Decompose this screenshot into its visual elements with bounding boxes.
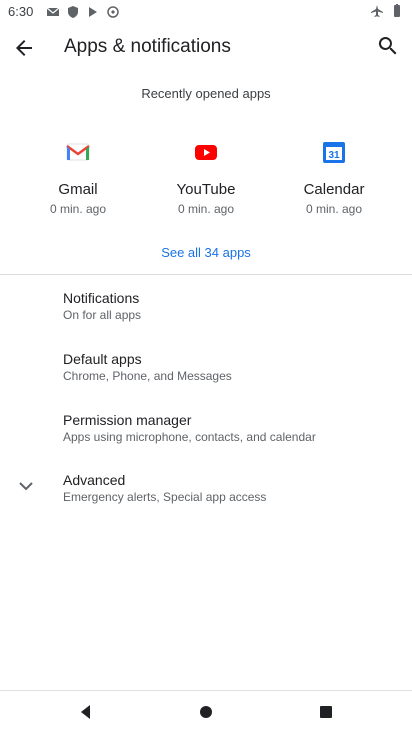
app-time: 0 min. ago <box>49 202 107 216</box>
item-label: Advanced <box>63 472 126 488</box>
notifications-item[interactable]: Notifications On for all apps <box>0 290 412 346</box>
app-time: 0 min. ago <box>177 202 235 216</box>
app-time: 0 min. ago <box>305 202 363 216</box>
item-summary: Chrome, Phone, and Messages <box>63 369 232 383</box>
back-arrow-icon[interactable] <box>12 36 36 60</box>
play-store-icon <box>89 7 97 17</box>
shield-icon <box>68 6 78 18</box>
item-summary: On for all apps <box>63 308 142 322</box>
status-system-icons <box>370 4 404 18</box>
gmail-notification-icon <box>46 7 60 16</box>
status-bar: 6:30 <box>0 0 412 24</box>
default-apps-item[interactable]: Default apps Chrome, Phone, and Messages <box>0 351 412 407</box>
item-summary: Apps using microphone, contacts, and cal… <box>63 430 316 444</box>
item-label: Notifications <box>63 290 140 306</box>
permission-manager-item[interactable]: Permission manager Apps using microphone… <box>0 412 412 468</box>
app-toolbar: Apps & notifications <box>0 24 412 72</box>
calendar-day: 31 <box>328 150 340 161</box>
system-nav-bar <box>0 690 412 733</box>
chevron-down-icon <box>19 482 33 491</box>
recent-app-calendar[interactable]: 31 Calendar 0 min. ago <box>279 138 389 216</box>
item-label: Permission manager <box>63 412 192 428</box>
item-label: Default apps <box>63 351 142 367</box>
see-all-apps-link[interactable]: See all 34 apps <box>0 245 412 260</box>
calendar-icon: 31 <box>323 142 345 163</box>
recent-app-gmail[interactable]: Gmail 0 min. ago <box>23 138 133 216</box>
item-summary: Emergency alerts, Special app access <box>63 490 267 504</box>
airplane-mode-icon <box>371 5 383 17</box>
divider <box>0 274 412 275</box>
search-icon[interactable] <box>376 34 400 58</box>
gmail-icon <box>66 143 90 161</box>
recent-app-youtube[interactable]: YouTube 0 min. ago <box>151 138 261 216</box>
app-name: YouTube <box>176 181 236 198</box>
app-name: Gmail <box>58 181 98 198</box>
battery-icon <box>394 4 400 17</box>
youtube-icon <box>195 145 217 160</box>
app-name: Calendar <box>303 181 365 198</box>
status-time: 6:30 <box>8 4 34 19</box>
page-title: Apps & notifications <box>64 36 231 57</box>
nav-home-icon[interactable] <box>196 702 216 722</box>
advanced-item[interactable]: Advanced Emergency alerts, Special app a… <box>0 472 412 528</box>
nav-recents-icon[interactable] <box>316 702 336 722</box>
nav-back-icon[interactable] <box>76 702 96 722</box>
status-notification-icons <box>46 5 120 19</box>
sync-icon <box>107 6 119 18</box>
recent-apps-header: Recently opened apps <box>141 86 271 101</box>
